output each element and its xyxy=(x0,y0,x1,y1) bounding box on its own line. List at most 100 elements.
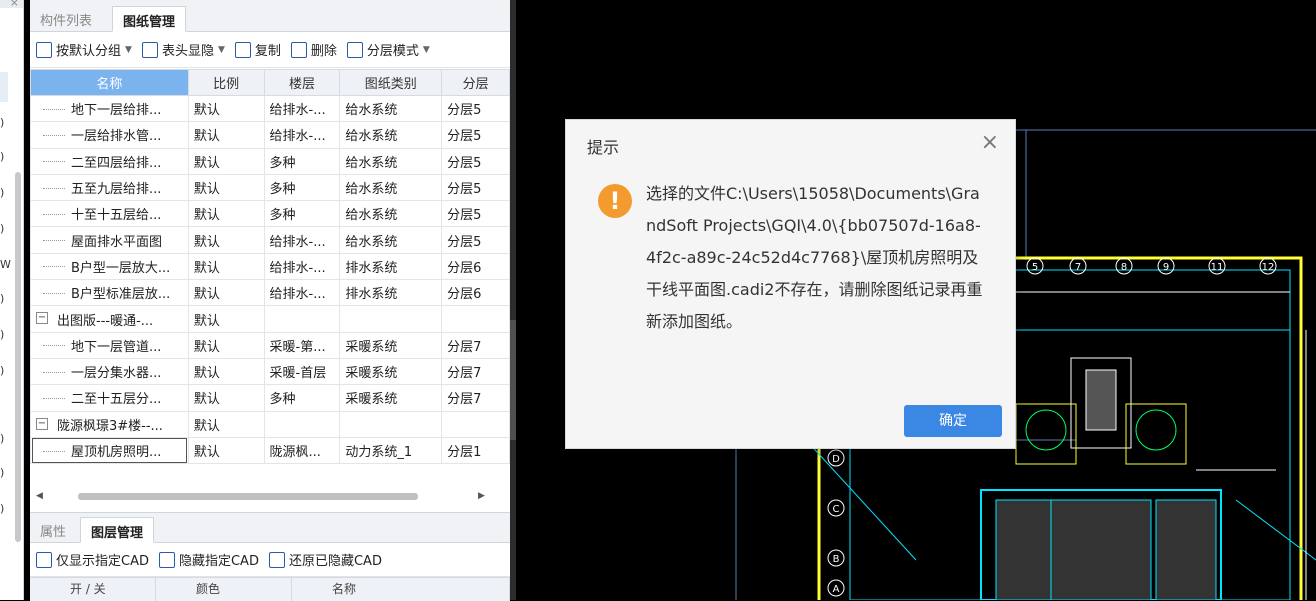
table-row[interactable]: 一层分集水器... 默认 采暖-首层 采暖系统 分层7 xyxy=(30,357,510,386)
cell-scale[interactable]: 默认 xyxy=(187,147,265,175)
cell-scale[interactable]: 默认 xyxy=(187,252,265,281)
cell-scale[interactable]: 默认 xyxy=(187,436,265,465)
cell-layer[interactable]: 分层5 xyxy=(441,200,510,228)
table-group-row[interactable]: − 陇源枫璟3#楼--... 默认 xyxy=(30,410,510,438)
cell-floor[interactable]: 多种 xyxy=(263,384,341,412)
column-header-category[interactable]: 图纸类别 xyxy=(339,69,443,96)
table-horizontal-scrollbar[interactable] xyxy=(78,493,418,500)
table-row[interactable]: 二至四层给排... 默认 多种 给水系统 分层5 xyxy=(30,147,510,175)
cell-scale[interactable]: 默认 xyxy=(187,357,265,386)
tab-layer-management[interactable]: 图层管理 xyxy=(80,517,155,543)
column-header-floor[interactable]: 楼层 xyxy=(263,69,341,96)
cell-floor[interactable]: 多种 xyxy=(263,173,341,202)
cell-layer[interactable]: 分层5 xyxy=(441,173,510,202)
cell-layer[interactable]: 分层5 xyxy=(441,94,510,123)
cell-name[interactable]: 二至四层给排... xyxy=(30,147,189,175)
chevron-down-icon[interactable]: ▼ xyxy=(218,45,225,55)
cell-scale[interactable]: 默认 xyxy=(187,94,265,123)
cell-floor[interactable]: 给排水-... xyxy=(263,94,341,123)
cell-floor[interactable]: 采暖-首层 xyxy=(263,357,341,386)
cell-name[interactable]: − 出图版---暖通-... xyxy=(30,305,189,333)
cell-floor[interactable] xyxy=(263,410,341,438)
show-only-cad-button[interactable]: 仅显示指定CAD xyxy=(36,550,149,569)
cell-category[interactable] xyxy=(339,410,443,438)
cell-name[interactable]: − 陇源枫璟3#楼--... xyxy=(30,410,189,438)
chevron-down-icon[interactable]: ▼ xyxy=(125,45,132,55)
close-icon[interactable]: × xyxy=(981,130,999,155)
column-header-name[interactable]: 名称 xyxy=(30,69,189,96)
layer-header-color[interactable]: 颜色 xyxy=(156,578,292,601)
cell-scale[interactable]: 默认 xyxy=(187,226,265,254)
hide-cad-button[interactable]: 隐藏指定CAD xyxy=(158,550,259,569)
cell-scale[interactable]: 默认 xyxy=(187,279,265,307)
cell-layer[interactable]: 分层7 xyxy=(441,331,510,359)
cell-layer[interactable] xyxy=(441,305,510,333)
cell-scale[interactable]: 默认 xyxy=(187,200,265,228)
table-row[interactable]: 五至九层给排... 默认 多种 给水系统 分层5 xyxy=(30,173,510,202)
cell-floor[interactable]: 多种 xyxy=(263,147,341,175)
cell-category[interactable]: 给水系统 xyxy=(339,94,443,123)
table-row[interactable]: 一层给排水管... 默认 给排水-... 给水系统 分层5 xyxy=(30,121,510,149)
tab-properties[interactable]: 属性 xyxy=(30,517,76,543)
chevron-down-icon[interactable]: ▼ xyxy=(423,45,430,55)
scroll-right-icon[interactable]: ▶ xyxy=(478,491,485,501)
cell-category[interactable] xyxy=(339,305,443,333)
scroll-left-icon[interactable]: ◀ xyxy=(36,491,43,501)
cell-scale[interactable]: 默认 xyxy=(187,173,265,202)
cell-floor[interactable]: 陇源枫... xyxy=(263,436,341,465)
cell-layer[interactable]: 分层5 xyxy=(441,147,510,175)
group-default-button[interactable]: 按默认分组 ▼ xyxy=(36,40,132,59)
layer-header-toggle[interactable]: 开 / 关 xyxy=(30,578,156,601)
header-show-hide-button[interactable]: 表头显隐 ▼ xyxy=(141,40,225,59)
left-panel-scrollbar[interactable] xyxy=(15,172,21,542)
left-panel-close-icon[interactable]: × xyxy=(10,0,19,9)
cell-name[interactable]: 屋顶机房照明... xyxy=(30,436,189,465)
cell-name[interactable]: B户型一层放大... xyxy=(30,252,189,281)
cell-category[interactable]: 采暖系统 xyxy=(339,357,443,386)
ok-button[interactable]: 确定 xyxy=(904,405,1002,437)
delete-button[interactable]: 删除 xyxy=(290,40,337,59)
cell-category[interactable]: 动力系统_1 xyxy=(339,436,443,465)
cell-scale[interactable]: 默认 xyxy=(187,410,265,438)
table-row[interactable]: B户型标准层放... 默认 给排水-... 排水系统 分层6 xyxy=(30,279,510,307)
collapse-icon[interactable]: − xyxy=(36,312,48,325)
cell-scale[interactable]: 默认 xyxy=(187,384,265,412)
cell-floor[interactable]: 给排水-... xyxy=(263,226,341,254)
cell-category[interactable]: 给水系统 xyxy=(339,200,443,228)
cell-floor[interactable]: 给排水-... xyxy=(263,121,341,149)
table-row[interactable]: 地下一层管道... 默认 采暖-第... 采暖系统 分层7 xyxy=(30,331,510,359)
cell-name[interactable]: 屋面排水平面图 xyxy=(30,226,189,254)
cell-layer[interactable]: 分层7 xyxy=(441,357,510,386)
cell-layer[interactable]: 分层7 xyxy=(441,384,510,412)
copy-button[interactable]: 复制 xyxy=(234,40,281,59)
layer-header-name[interactable]: 名称 xyxy=(292,578,510,601)
layer-mode-button[interactable]: 分层模式 ▼ xyxy=(346,40,430,59)
cell-name[interactable]: 一层分集水器... xyxy=(30,357,189,386)
cell-category[interactable]: 给水系统 xyxy=(339,147,443,175)
cell-layer[interactable] xyxy=(441,410,510,438)
cell-category[interactable]: 排水系统 xyxy=(339,279,443,307)
cell-name[interactable]: 十至十五层给... xyxy=(30,200,189,228)
restore-cad-button[interactable]: 还原已隐藏CAD xyxy=(268,550,382,569)
table-row[interactable]: 十至十五层给... 默认 多种 给水系统 分层5 xyxy=(30,200,510,228)
cell-category[interactable]: 采暖系统 xyxy=(339,331,443,359)
cell-name[interactable]: 二至十五层分... xyxy=(30,384,189,412)
table-row[interactable]: B户型一层放大... 默认 给排水-... 排水系统 分层6 xyxy=(30,252,510,281)
cell-category[interactable]: 给水系统 xyxy=(339,121,443,149)
table-row[interactable]: 屋顶机房照明... 默认 陇源枫... 动力系统_1 分层1 xyxy=(30,436,510,465)
tab-component-list[interactable]: 构件列表 xyxy=(30,6,102,32)
cell-layer[interactable]: 分层6 xyxy=(441,252,510,281)
column-header-layer[interactable]: 分层 xyxy=(441,69,510,96)
cell-category[interactable]: 排水系统 xyxy=(339,252,443,281)
cell-category[interactable]: 给水系统 xyxy=(339,173,443,202)
cell-layer[interactable]: 分层5 xyxy=(441,226,510,254)
cell-name[interactable]: B户型标准层放... xyxy=(30,279,189,307)
cell-scale[interactable]: 默认 xyxy=(187,305,265,333)
cell-category[interactable]: 采暖系统 xyxy=(339,384,443,412)
cell-layer[interactable]: 分层6 xyxy=(441,279,510,307)
cell-name[interactable]: 一层给排水管... xyxy=(30,121,189,149)
cell-floor[interactable]: 给排水-... xyxy=(263,252,341,281)
cell-floor[interactable]: 给排水-... xyxy=(263,279,341,307)
table-row[interactable]: 地下一层给排... 默认 给排水-... 给水系统 分层5 xyxy=(30,94,510,123)
cell-floor[interactable]: 采暖-第... xyxy=(263,331,341,359)
